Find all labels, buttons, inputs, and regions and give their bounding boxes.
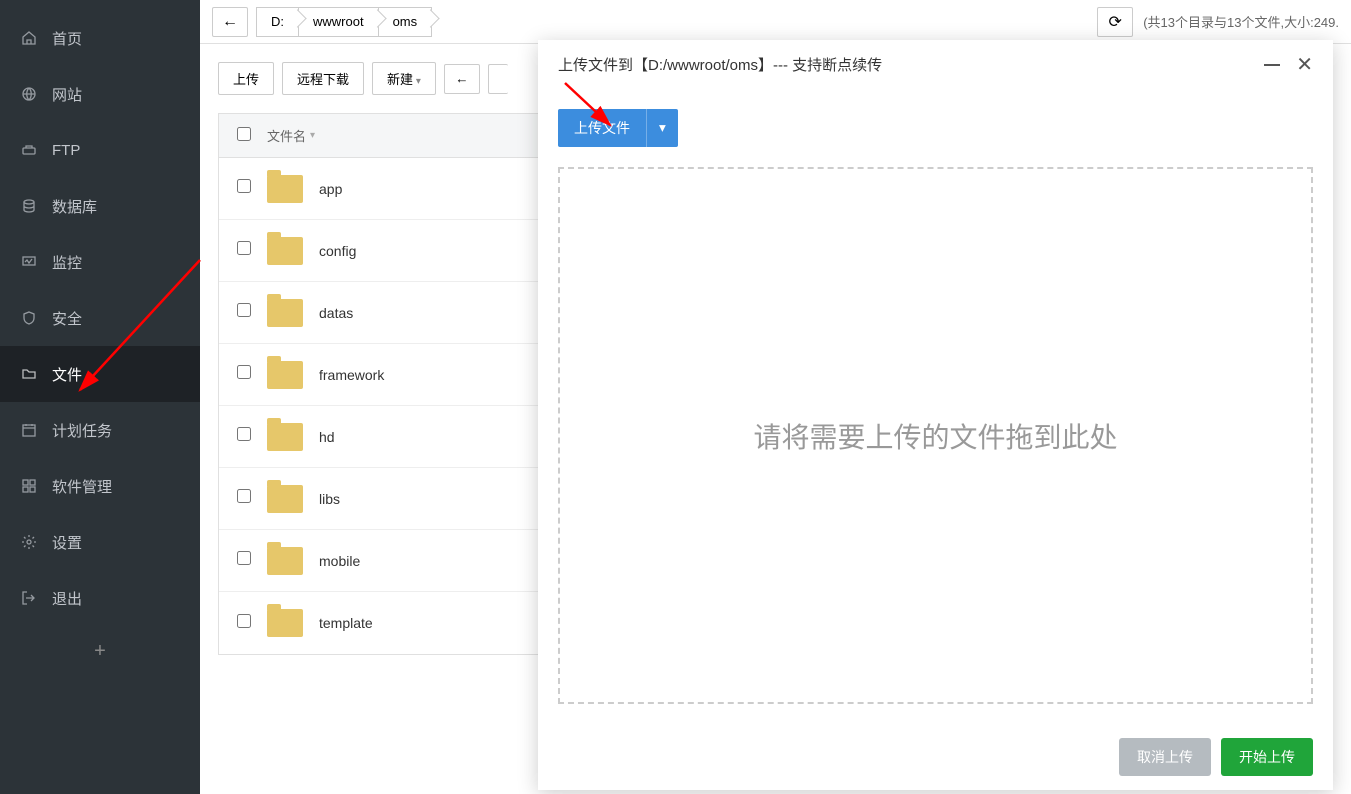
sidebar-label: 文件 xyxy=(52,364,82,385)
sidebar-item-database[interactable]: 数据库 xyxy=(0,178,200,234)
calendar-icon xyxy=(20,421,38,439)
caret-down-icon: ▾ xyxy=(659,120,666,135)
minimize-button[interactable] xyxy=(1264,64,1280,66)
sidebar-item-logout[interactable]: 退出 xyxy=(0,570,200,626)
file-name: hd xyxy=(319,429,335,445)
apps-icon xyxy=(20,477,38,495)
file-dropzone[interactable]: 请将需要上传的文件拖到此处 xyxy=(558,167,1313,704)
arrow-left-icon: ← xyxy=(222,13,238,31)
refresh-button[interactable]: ⟳ xyxy=(1097,7,1133,37)
folder-icon xyxy=(267,299,303,327)
sidebar-item-monitor[interactable]: 监控 xyxy=(0,234,200,290)
row-checkbox[interactable] xyxy=(237,427,251,441)
sidebar-item-software[interactable]: 软件管理 xyxy=(0,458,200,514)
sidebar-item-site[interactable]: 网站 xyxy=(0,66,200,122)
sidebar-item-home[interactable]: 首页 xyxy=(0,10,200,66)
remote-download-button[interactable]: 远程下载 xyxy=(282,62,364,95)
file-name: libs xyxy=(319,491,340,507)
sidebar-item-files[interactable]: 文件 xyxy=(0,346,200,402)
breadcrumb-bar: ← D: wwwroot oms ⟳ (共13个目录与13个文件,大小:249. xyxy=(200,0,1351,44)
file-name: config xyxy=(319,243,356,259)
row-checkbox[interactable] xyxy=(237,365,251,379)
sidebar-label: 首页 xyxy=(52,28,82,49)
file-name: datas xyxy=(319,305,353,321)
row-checkbox[interactable] xyxy=(237,551,251,565)
start-upload-button[interactable]: 开始上传 xyxy=(1221,738,1313,776)
home-icon xyxy=(20,29,38,47)
modal-footer: 取消上传 开始上传 xyxy=(538,724,1333,790)
sidebar: 首页 网站 FTP 数据库 监控 安全 文件 计划任务 软件管理 设置 退出 + xyxy=(0,0,200,794)
database-icon xyxy=(20,197,38,215)
sidebar-label: 网站 xyxy=(52,84,82,105)
upload-modal: 上传文件到【D:/wwwroot/oms】--- 支持断点续传 ✕ 上传文件 ▾… xyxy=(538,40,1333,790)
refresh-icon: ⟳ xyxy=(1109,12,1122,32)
folder-icon xyxy=(267,361,303,389)
folder-icon xyxy=(267,609,303,637)
file-name: template xyxy=(319,615,373,631)
modal-title: 上传文件到【D:/wwwroot/oms】--- 支持断点续传 xyxy=(558,54,882,75)
folder-icon xyxy=(267,175,303,203)
sidebar-label: 监控 xyxy=(52,252,82,273)
shield-icon xyxy=(20,309,38,327)
sidebar-item-ftp[interactable]: FTP xyxy=(0,122,200,178)
monitor-icon xyxy=(20,253,38,271)
sidebar-item-cron[interactable]: 计划任务 xyxy=(0,402,200,458)
sidebar-label: 数据库 xyxy=(52,196,97,217)
sidebar-add-button[interactable]: + xyxy=(0,626,200,676)
sidebar-label: FTP xyxy=(52,142,80,159)
modal-header: 上传文件到【D:/wwwroot/oms】--- 支持断点续传 ✕ xyxy=(538,40,1333,89)
folder-icon xyxy=(267,423,303,451)
breadcrumb-back-button[interactable]: ← xyxy=(212,7,248,37)
upload-button-group: 上传文件 ▾ xyxy=(558,109,1313,147)
row-checkbox[interactable] xyxy=(237,241,251,255)
folder-icon xyxy=(20,365,38,383)
select-all-checkbox[interactable] xyxy=(237,127,251,141)
new-button[interactable]: 新建 xyxy=(372,62,436,95)
folder-icon xyxy=(267,547,303,575)
sidebar-item-security[interactable]: 安全 xyxy=(0,290,200,346)
exit-icon xyxy=(20,589,38,607)
sidebar-label: 计划任务 xyxy=(52,420,112,441)
dir-info-text: (共13个目录与13个文件,大小:249. xyxy=(1143,12,1339,31)
plus-icon: + xyxy=(94,640,106,663)
sidebar-label: 设置 xyxy=(52,532,82,553)
gear-icon xyxy=(20,533,38,551)
breadcrumb-part[interactable]: wwwroot xyxy=(298,7,379,37)
breadcrumb-part[interactable]: oms xyxy=(378,7,433,37)
file-name: mobile xyxy=(319,553,360,569)
choose-file-button[interactable]: 上传文件 xyxy=(558,109,646,147)
ftp-icon xyxy=(20,141,38,159)
toolbar-next-button[interactable] xyxy=(488,64,508,94)
row-checkbox[interactable] xyxy=(237,303,251,317)
row-checkbox[interactable] xyxy=(237,614,251,628)
upload-dropdown-button[interactable]: ▾ xyxy=(646,109,678,147)
sidebar-label: 退出 xyxy=(52,588,82,609)
sidebar-label: 软件管理 xyxy=(52,476,112,497)
cancel-upload-button[interactable]: 取消上传 xyxy=(1119,738,1211,776)
sort-caret-icon: ▾ xyxy=(310,130,315,141)
breadcrumb-root[interactable]: D: xyxy=(256,7,299,37)
dropzone-text: 请将需要上传的文件拖到此处 xyxy=(753,416,1117,456)
folder-icon xyxy=(267,237,303,265)
file-name: app xyxy=(319,181,342,197)
row-checkbox[interactable] xyxy=(237,489,251,503)
close-button[interactable]: ✕ xyxy=(1296,55,1313,75)
arrow-left-icon: ← xyxy=(455,71,468,86)
upload-button[interactable]: 上传 xyxy=(218,62,274,95)
folder-icon xyxy=(267,485,303,513)
globe-icon xyxy=(20,85,38,103)
toolbar-back-button[interactable]: ← xyxy=(444,64,480,94)
row-checkbox[interactable] xyxy=(237,179,251,193)
file-name: framework xyxy=(319,367,384,383)
sidebar-item-settings[interactable]: 设置 xyxy=(0,514,200,570)
sidebar-label: 安全 xyxy=(52,308,82,329)
